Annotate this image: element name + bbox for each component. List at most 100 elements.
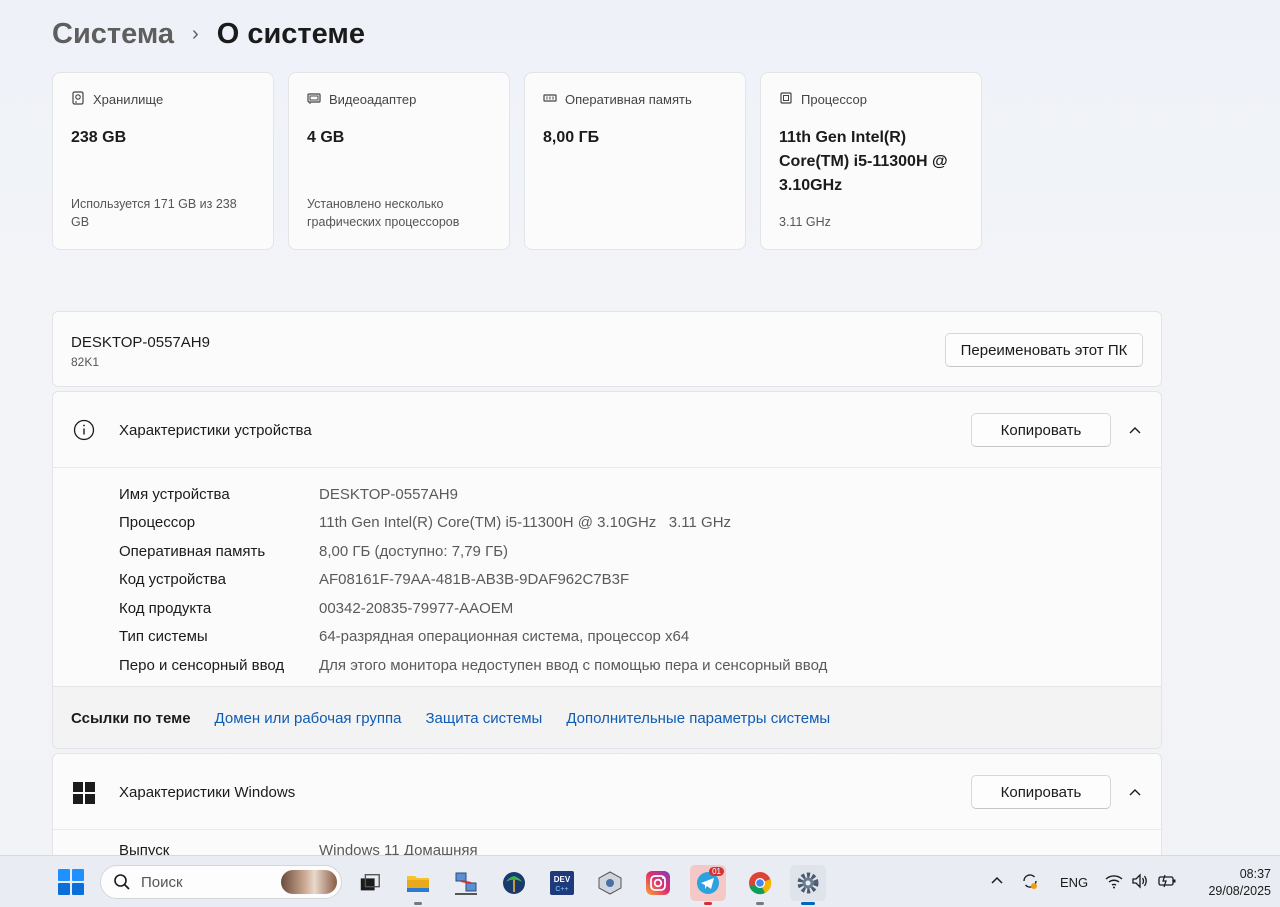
- spec-label: Код устройства: [119, 571, 226, 589]
- spec-row: Оперативная память 8,00 ГБ (доступно: 7,7…: [119, 537, 1161, 566]
- spec-row: Выпуск Windows 11 Домашняя: [119, 842, 478, 855]
- spec-value: Для этого монитора недоступен ввод с пом…: [319, 656, 828, 674]
- spec-label: Перо и сенсорный ввод: [119, 656, 285, 674]
- taskbar-search[interactable]: Поиск: [100, 865, 342, 899]
- copy-windows-specs-button[interactable]: Копировать: [971, 775, 1111, 809]
- dev-cpp-icon[interactable]: DEV C++: [544, 865, 580, 901]
- running-indicator: [756, 902, 764, 905]
- cpu-card[interactable]: Процессор 11th Gen Intel(R) Core(TM) i5-…: [760, 72, 982, 250]
- battery-icon[interactable]: [1156, 871, 1178, 894]
- start-button[interactable]: [58, 869, 84, 895]
- card-value: 8,00 ГБ: [543, 129, 600, 146]
- spec-label: Код продукта: [119, 599, 212, 617]
- card-subtext: Используется 171 GB из 238 GB: [71, 197, 237, 229]
- card-value: 11th Gen Intel(R) Core(TM) i5-11300H @ 3…: [779, 129, 948, 194]
- clock-date: 29/08/2025: [1208, 884, 1271, 898]
- spec-row: Имя устройства DESKTOP-0557AH9: [119, 480, 1161, 509]
- device-specs-header[interactable]: Характеристики устройства Копировать: [53, 392, 1161, 468]
- wifi-icon[interactable]: [1104, 871, 1124, 894]
- card-value: 4 GB: [307, 129, 345, 146]
- windows-specs-title: Характеристики Windows: [119, 784, 296, 801]
- spec-row: Перо и сенсорный ввод Для этого монитора …: [119, 651, 1161, 680]
- palm-app-icon[interactable]: [496, 865, 532, 901]
- settings-content: Система › О системе Хранилище 238 GB Исп…: [0, 0, 1280, 855]
- card-title: Хранилище: [93, 92, 164, 107]
- spec-value: AF08161F-79AA-481B-AB3B-9DAF962C7B3F: [319, 571, 630, 589]
- device-specs-list: Имя устройства DESKTOP-0557AH9 Процессор 1…: [53, 468, 1161, 680]
- search-icon: [114, 874, 130, 890]
- storage-icon: [71, 91, 85, 108]
- cpu-icon: [779, 91, 793, 108]
- task-view-button[interactable]: [352, 865, 388, 901]
- taskbar: Поиск DEV C++ 01 ENG 08:37 29/08/2025: [0, 855, 1280, 907]
- card-title: Видеоадаптер: [329, 92, 417, 107]
- spec-row: Процессор 11th Gen Intel(R) Core(TM) i5-1…: [119, 509, 1161, 538]
- ram-icon: [543, 91, 557, 108]
- breadcrumb: Система › О системе: [52, 14, 365, 54]
- input-language[interactable]: ENG: [1060, 875, 1088, 890]
- device-specs-panel: Характеристики устройства Копировать Имя…: [52, 391, 1162, 749]
- device-specs-title: Характеристики устройства: [119, 422, 312, 439]
- spec-value: DESKTOP-0557AH9: [319, 485, 458, 503]
- clock-time: 08:37: [1239, 867, 1271, 881]
- chevron-up-icon[interactable]: [1127, 422, 1143, 438]
- summary-cards: Хранилище 238 GB Используется 171 GB из …: [52, 72, 982, 250]
- settings-app-icon[interactable]: [790, 865, 826, 905]
- storage-card[interactable]: Хранилище 238 GB Используется 171 GB из …: [52, 72, 274, 250]
- file-explorer-icon[interactable]: [400, 865, 436, 905]
- notification-badge: 01: [709, 867, 724, 876]
- installer-app-icon[interactable]: [592, 865, 628, 901]
- gpu-icon: [307, 91, 321, 108]
- card-title: Процессор: [801, 92, 867, 107]
- show-hidden-icons-icon[interactable]: [990, 874, 1004, 891]
- related-links-bar: Ссылки по теме Домен или рабочая группа …: [53, 686, 1161, 748]
- spec-label: Тип системы: [119, 628, 208, 646]
- chevron-up-icon[interactable]: [1127, 784, 1143, 800]
- link-advanced-system-settings[interactable]: Дополнительные параметры системы: [566, 710, 830, 727]
- spec-value: 8,00 ГБ (доступно: 7,79 ГБ): [319, 542, 509, 560]
- search-highlight-image: [281, 870, 337, 894]
- gpu-card[interactable]: Видеоадаптер 4 GB Установлено несколько …: [288, 72, 510, 250]
- volume-icon[interactable]: [1130, 871, 1150, 894]
- link-system-protection[interactable]: Защита системы: [425, 710, 542, 727]
- copy-device-specs-button[interactable]: Копировать: [971, 413, 1111, 447]
- svg-text:DEV: DEV: [554, 875, 571, 884]
- sync-icon[interactable]: [1020, 871, 1040, 894]
- running-indicator: [704, 902, 712, 905]
- card-subtext: Установлено несколько графических процес…: [307, 197, 460, 229]
- chrome-icon[interactable]: [742, 865, 778, 905]
- pc-name-panel: DESKTOP-0557AH9 82K1 Переименовать этот …: [52, 311, 1162, 387]
- search-placeholder: Поиск: [141, 873, 183, 891]
- card-value: 238 GB: [71, 129, 127, 146]
- spec-label: Выпуск: [119, 842, 170, 855]
- instagram-icon[interactable]: [640, 865, 676, 901]
- spec-value: 00342-20835-79977-AAOEM: [319, 599, 514, 617]
- link-domain-workgroup[interactable]: Домен или рабочая группа: [215, 710, 402, 727]
- related-links-label: Ссылки по теме: [71, 710, 191, 727]
- spec-label: Имя устройства: [119, 485, 230, 503]
- spec-label: Оперативная память: [119, 542, 266, 560]
- system-tray: ENG: [990, 856, 1178, 907]
- taskbar-clock[interactable]: 08:37 29/08/2025: [1208, 866, 1271, 900]
- svg-text:C++: C++: [555, 886, 568, 893]
- windows-specs-header[interactable]: Характеристики Windows Копировать: [53, 754, 1161, 830]
- spec-value: 11th Gen Intel(R) Core(TM) i5-11300H @ 3…: [319, 514, 732, 532]
- spec-value: 64-разрядная операционная система, проце…: [319, 628, 690, 646]
- pc-name: DESKTOP-0557AH9: [71, 334, 210, 351]
- windows-logo-icon: [73, 782, 95, 804]
- running-indicator: [801, 902, 815, 905]
- info-icon: [73, 419, 95, 441]
- spec-row: Код продукта 00342-20835-79977-AAOEM: [119, 594, 1161, 623]
- breadcrumb-separator: ›: [192, 22, 199, 45]
- running-indicator: [414, 902, 422, 905]
- page-title: О системе: [216, 17, 365, 50]
- pc-model: 82K1: [71, 355, 100, 369]
- breadcrumb-system[interactable]: Система: [52, 18, 174, 51]
- spec-row: Тип системы 64-разрядная операционная сис…: [119, 623, 1161, 652]
- windows-specs-panel: Характеристики Windows Копировать Выпуск…: [52, 753, 1162, 855]
- telegram-icon[interactable]: 01: [690, 865, 726, 905]
- rename-pc-button[interactable]: Переименовать этот ПК: [945, 333, 1143, 367]
- ram-card[interactable]: Оперативная память 8,00 ГБ: [524, 72, 746, 250]
- network-app-icon[interactable]: [448, 865, 484, 901]
- card-subtext: 3.11 GHz: [779, 215, 831, 229]
